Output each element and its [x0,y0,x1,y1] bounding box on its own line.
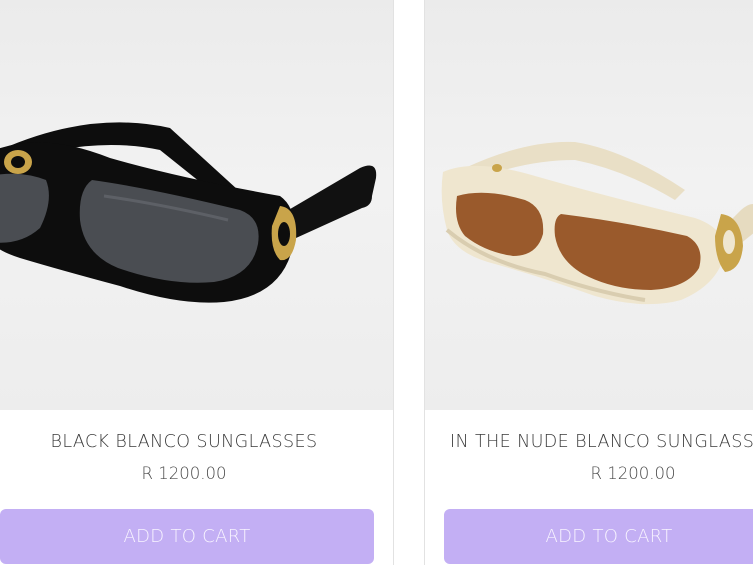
product-price: R 1200.00 [590,464,676,483]
add-to-cart-button[interactable]: ADD TO CART [444,509,753,564]
product-card[interactable]: IN THE NUDE BLANCO SUNGLASSES R 1200.00 … [424,0,753,565]
add-to-cart-button[interactable]: ADD TO CART [0,509,374,564]
product-title[interactable]: BLACK BLANCO SUNGLASSES [0,432,368,452]
black-sunglasses-illustration [0,122,377,303]
product-card[interactable]: BLACK BLANCO SUNGLASSES R 1200.00 ADD TO… [0,0,394,565]
product-image[interactable] [425,0,753,410]
product-price: R 1200.00 [141,464,227,483]
product-title[interactable]: IN THE NUDE BLANCO SUNGLASSES [450,432,753,452]
nude-sunglasses-illustration [441,141,753,305]
product-image[interactable] [0,0,393,410]
